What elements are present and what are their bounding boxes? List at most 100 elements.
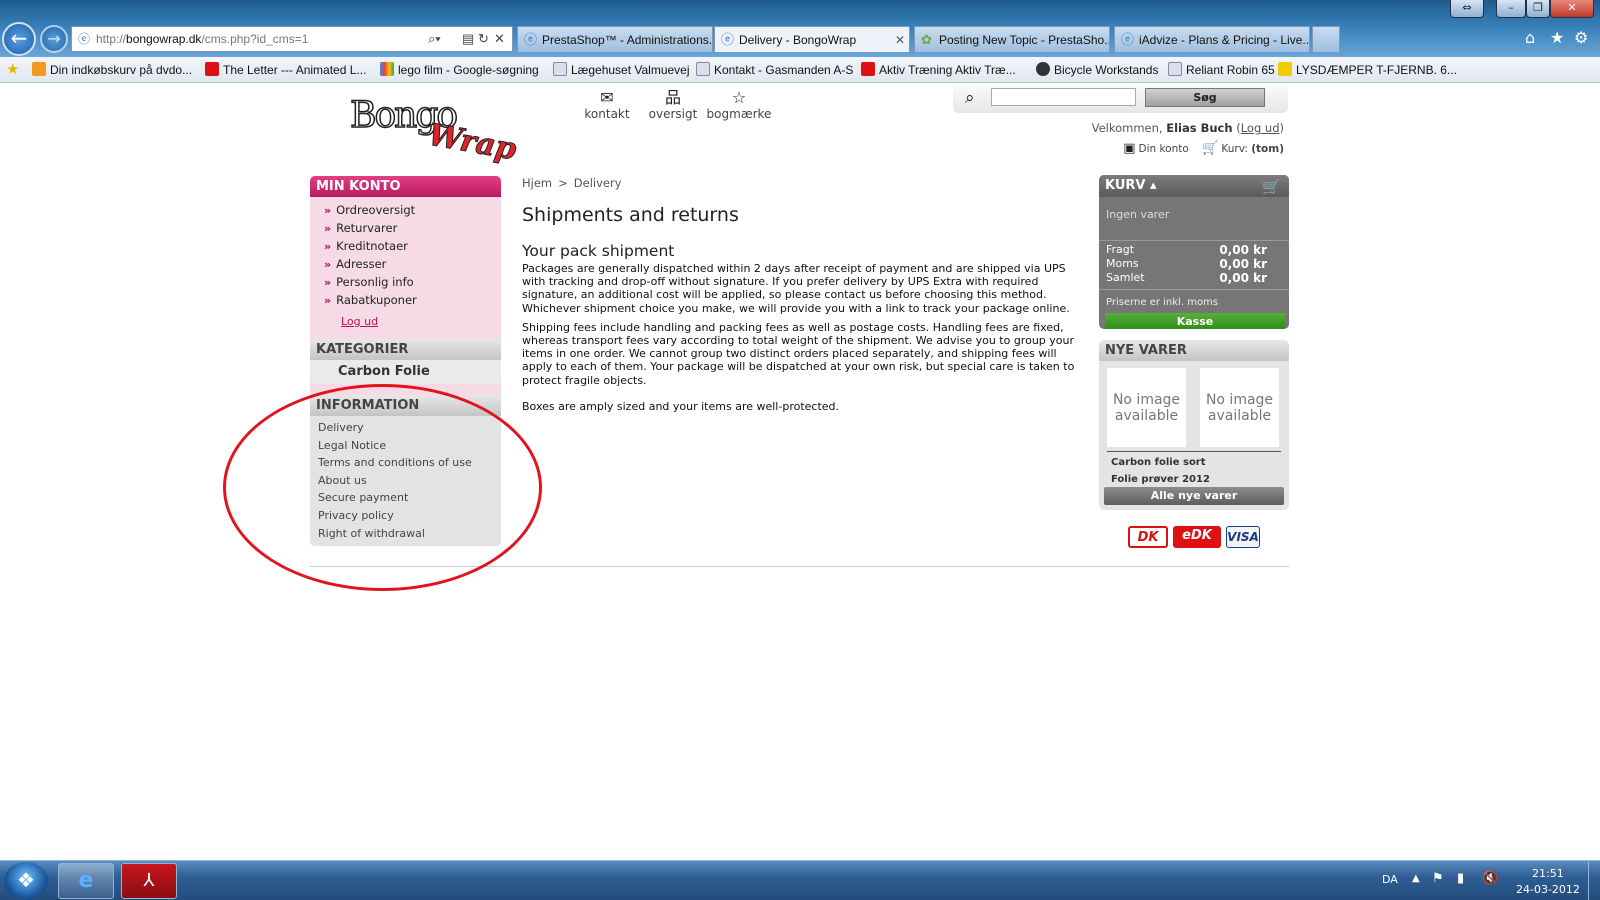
page-icon: [1168, 62, 1182, 76]
network-icon[interactable]: ▮: [1457, 871, 1464, 886]
account-link-kreditnotaer[interactable]: » Kreditnotaer: [324, 237, 501, 255]
header-link-bogmaerke[interactable]: ☆ bogmærke: [704, 88, 774, 122]
red-annotation-circle: [223, 384, 542, 591]
close-window-button[interactable]: ✕: [1550, 0, 1594, 18]
cart-block-title[interactable]: KURV ▴: [1099, 175, 1289, 197]
account-link-rabatkuponer[interactable]: » Rabatkuponer: [324, 291, 501, 309]
favorite-link[interactable]: LYSDÆMPER T-FJERNB. 6...: [1278, 61, 1457, 79]
new-product-link[interactable]: Folie prøver 2012: [1111, 474, 1210, 485]
address-host: bongowrap.dk: [126, 32, 202, 46]
home-icon[interactable]: ⌂: [1525, 28, 1535, 47]
double-chevron-icon: »: [324, 276, 332, 289]
show-desktop-button[interactable]: [1588, 861, 1600, 900]
breadcrumb-home-link[interactable]: Hjem: [522, 176, 552, 190]
page-title: Shipments and returns: [522, 204, 739, 226]
internet-explorer-taskbar-icon[interactable]: e: [58, 863, 114, 899]
search-icon[interactable]: ⌕▾: [428, 27, 441, 51]
stop-icon[interactable]: ✕: [494, 27, 505, 51]
tools-icon[interactable]: ⚙: [1574, 28, 1588, 47]
favorite-link[interactable]: Bicycle Workstands: [1036, 61, 1158, 79]
new-product-link[interactable]: Carbon folie sort: [1111, 457, 1206, 468]
favorite-link[interactable]: lego film - Google-søgning: [380, 61, 539, 79]
header-link-kontakt[interactable]: ✉ kontakt: [572, 88, 642, 122]
compatibility-icon[interactable]: ▤: [462, 27, 474, 51]
favorite-link[interactable]: Reliant Robin 65: [1168, 61, 1275, 79]
cart-row-moms: Moms 0,00 kr: [1106, 257, 1267, 271]
cart-icon: 🛒: [1202, 141, 1219, 156]
ie-tab-icon: ⓔ: [524, 32, 538, 47]
logout-link[interactable]: Log ud: [1241, 121, 1280, 135]
checkout-button[interactable]: Kasse: [1105, 313, 1285, 329]
favorite-link[interactable]: Aktiv Træning Aktiv Træ...: [861, 61, 1016, 79]
favorites-star-icon[interactable]: ★: [6, 61, 19, 79]
account-link-personlig-info[interactable]: » Personlig info: [324, 273, 501, 291]
tab-delivery-bongowrap[interactable]: ⓔ Delivery - BongoWrap ✕: [714, 26, 910, 52]
ie-page-icon: ⓔ: [78, 32, 91, 46]
categories-block: KATEGORIER Carbon Folie: [310, 339, 501, 384]
search-button[interactable]: Søg: [1145, 88, 1265, 107]
product-image-placeholder[interactable]: No image available: [1107, 368, 1186, 447]
breadcrumb-current: Delivery: [573, 176, 622, 190]
all-new-products-button[interactable]: Alle nye varer: [1104, 487, 1284, 505]
minimize-button[interactable]: –: [1496, 0, 1526, 18]
search-block: ⌕ Søg: [953, 85, 1288, 113]
star-icon: ☆: [731, 88, 747, 107]
ie-tab-icon: ⓔ: [721, 32, 735, 47]
cart-row-samlet: Samlet 0,00 kr: [1106, 271, 1267, 285]
tab-posting-new-topic[interactable]: ✿ Posting New Topic - PrestaSho...: [914, 26, 1110, 52]
browser-titlebar: ⇔ – ❐ ✕ ← → ⓔ http://bongowrap.dk/cms.ph…: [0, 0, 1600, 57]
cart-block: KURV ▴ 🛒 Ingen varer Fragt 0,00 kr Moms 0,…: [1099, 175, 1289, 329]
favorite-link[interactable]: Kontakt - Gasmanden A-S: [696, 61, 853, 79]
gear-site-icon: [1036, 62, 1050, 76]
cart-icon: 🛒: [1262, 178, 1281, 196]
page-icon: [553, 62, 567, 76]
favorite-link[interactable]: Din indkøbskurv på dvdo...: [32, 61, 192, 79]
account-line: ▣ Din konto 🛒 Kurv: (tom): [1123, 141, 1284, 156]
search-icon: ⌕: [965, 88, 975, 108]
tab-iadvize[interactable]: ⓔ iAdvize - Plans & Pricing - Live...: [1114, 26, 1310, 52]
page-icon: [696, 62, 710, 76]
action-center-icon[interactable]: ⚑: [1432, 871, 1444, 886]
edankort-logo: eDK: [1173, 526, 1221, 548]
adobe-reader-taskbar-icon[interactable]: ⅄: [121, 863, 177, 899]
account-link[interactable]: ▣ Din konto: [1123, 141, 1189, 156]
google-icon: [380, 62, 394, 76]
favorites-bar: ★ Din indkøbskurv på dvdo... The Letter …: [0, 57, 1600, 83]
account-link-ordreoversigt[interactable]: » Ordreoversigt: [324, 201, 501, 219]
account-link-returvarer[interactable]: » Returvarer: [324, 219, 501, 237]
content-paragraph: Packages are generally dispatched within…: [522, 262, 1070, 315]
favorite-link[interactable]: The Letter --- Animated L...: [205, 61, 366, 79]
section-title: Your pack shipment: [522, 242, 675, 260]
windows-taskbar: ❖ e ⅄ DA ▲ ⚑ ▮ 🔇 21:51 24-03-2012: [0, 860, 1600, 900]
clock-date[interactable]: 24-03-2012: [1516, 883, 1580, 896]
header-link-oversigt[interactable]: 品 oversigt: [638, 89, 708, 122]
breadcrumb: Hjem > Delivery: [522, 176, 622, 190]
refresh-icon[interactable]: ↻: [478, 27, 489, 51]
new-tab-button[interactable]: [1312, 26, 1340, 52]
product-image-placeholder[interactable]: No image available: [1200, 368, 1279, 447]
account-logout-link[interactable]: Log ud: [341, 315, 501, 328]
youtube-icon: [205, 62, 219, 76]
maximize-button[interactable]: ❐: [1526, 0, 1550, 18]
favorite-link[interactable]: Lægehuset Valmuevej: [553, 61, 690, 79]
tab-prestashop-admin[interactable]: ⓔ PrestaShop™ - Administrations...: [517, 26, 713, 52]
show-hidden-icons-icon[interactable]: ▲: [1412, 873, 1420, 884]
language-indicator[interactable]: DA: [1382, 873, 1398, 886]
cart-row-fragt: Fragt 0,00 kr: [1106, 243, 1267, 257]
favorites-icon[interactable]: ★: [1550, 28, 1564, 47]
clock-time[interactable]: 21:51: [1532, 867, 1564, 880]
close-tab-icon[interactable]: ✕: [895, 27, 905, 52]
forward-icon[interactable]: →: [40, 25, 68, 53]
address-bar[interactable]: ⓔ http://bongowrap.dk/cms.php?id_cms=1 ⌕…: [71, 26, 513, 52]
account-link-adresser[interactable]: » Adresser: [324, 255, 501, 273]
double-chevron-icon: »: [324, 204, 332, 217]
volume-muted-icon[interactable]: 🔇: [1482, 871, 1498, 886]
search-input[interactable]: [991, 88, 1136, 106]
back-icon[interactable]: ←: [2, 22, 36, 56]
windows-start-button[interactable]: ❖: [4, 862, 48, 900]
category-link-carbon-folie[interactable]: Carbon Folie: [310, 360, 501, 379]
cart-link[interactable]: 🛒 Kurv: (tom): [1202, 141, 1284, 156]
envelope-icon: ✉: [600, 88, 614, 107]
restore-arrows-button[interactable]: ⇔: [1450, 0, 1484, 18]
bongowrap-logo[interactable]: Bongo Wrap: [349, 94, 519, 168]
